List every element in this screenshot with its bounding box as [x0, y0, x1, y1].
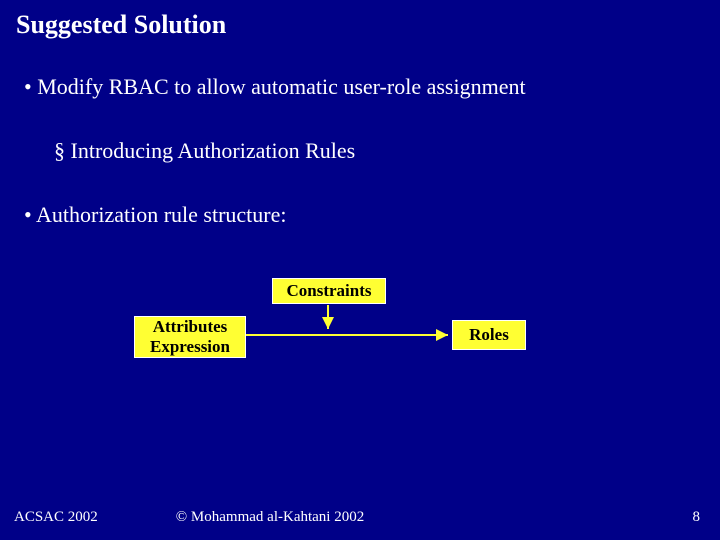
slide-title: Suggested Solution — [0, 0, 720, 46]
bullet-2: • Authorization rule structure: — [8, 182, 712, 246]
box-attributes-expression: Attributes Expression — [134, 316, 246, 358]
bullet-1-sub-text: Introducing Authorization Rules — [71, 138, 356, 163]
bullet-1-sub: § Introducing Authorization Rules — [8, 118, 712, 182]
footer-page-number: 8 — [693, 509, 701, 526]
bullet-1-text: Modify RBAC to allow automatic user-role… — [37, 74, 525, 99]
bullet-1: • Modify RBAC to allow automatic user-ro… — [8, 74, 712, 118]
box-constraints: Constraints — [272, 278, 386, 304]
bullet-2-text: Authorization rule structure: — [36, 202, 286, 227]
footer-center-text: © Mohammad al-Kahtani 2002 — [176, 509, 364, 526]
box-attrs-line2: Expression — [150, 337, 230, 356]
slide-content: • Modify RBAC to allow automatic user-ro… — [0, 46, 720, 246]
box-attrs-line1: Attributes — [153, 317, 228, 336]
footer-center: © Mohammad al-Kahtani 2002 — [0, 509, 720, 526]
box-roles: Roles — [452, 320, 526, 350]
